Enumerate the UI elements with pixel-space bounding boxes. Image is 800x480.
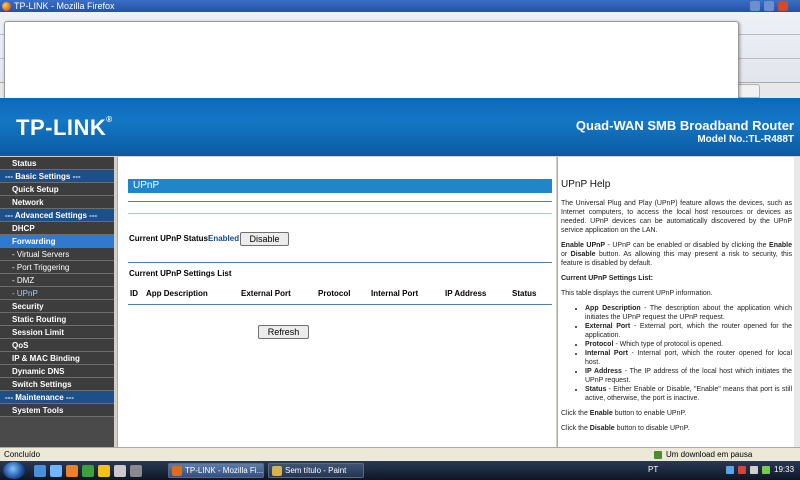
clock[interactable]: 19:33 (774, 465, 794, 474)
help-definition: IP Address - The IP address of the local… (585, 367, 792, 385)
start-button[interactable] (3, 462, 25, 479)
help-definition: Internal Port - Internal port, which the… (585, 349, 792, 367)
sidebar-menu: Status --- Basic Settings --- Quick Setu… (0, 157, 114, 447)
sidebar-section-advanced-settings: --- Advanced Settings --- (0, 209, 114, 222)
main-content: UPnP Current UPnP Status: Enabled Disabl… (117, 157, 556, 447)
disable-button[interactable]: Disable (240, 232, 289, 246)
browser-toolbars (0, 12, 800, 100)
download-status[interactable]: Um download em pausa (666, 448, 752, 461)
sidebar-item-upnp[interactable]: - UPnP (0, 287, 114, 300)
blank-popup-panel (4, 21, 739, 100)
help-definition: External Port - External port, which the… (585, 322, 792, 340)
paint-icon (272, 466, 282, 476)
help-title: UPnP Help (561, 179, 611, 190)
help-panel: UPnP Help The Universal Plug and Play (U… (557, 157, 800, 447)
column-header-app-description: App Description (146, 289, 208, 298)
help-list-heading: Current UPnP Settings List: (561, 275, 654, 282)
divider (128, 304, 552, 305)
sidebar-item-dmz[interactable]: - DMZ (0, 274, 114, 287)
help-definition: Status - Either Enable or Disable, "Enab… (585, 385, 792, 403)
help-scrollbar[interactable] (794, 157, 800, 447)
settings-list-title: Current UPnP Settings List (129, 269, 232, 278)
status-text: Concluído (4, 450, 41, 459)
browser-status-bar: Concluído Um download em pausa (0, 447, 800, 461)
network-tray-icon[interactable] (726, 466, 734, 474)
sidebar-section-basic-settings: --- Basic Settings --- (0, 170, 114, 183)
divider (128, 213, 552, 214)
sidebar-item-status[interactable]: Status (0, 157, 114, 170)
taskbar-button-paint[interactable]: Sem título - Paint (268, 463, 364, 478)
help-definition: Protocol - Which type of protocol is ope… (585, 340, 792, 349)
windows-taskbar: TP-LINK - Mozilla Fi... Sem título - Pai… (0, 461, 800, 480)
router-header: TP-LINK® Quad-WAN SMB Broadband Router M… (0, 98, 800, 156)
volume-tray-icon[interactable] (750, 466, 758, 474)
sidebar-item-dhcp[interactable]: DHCP (0, 222, 114, 235)
app-quicklaunch-icon[interactable] (130, 465, 142, 477)
browser-title-bar: TP-LINK - Mozilla Firefox (0, 0, 800, 12)
language-indicator[interactable]: PT (648, 465, 658, 474)
refresh-button[interactable]: Refresh (258, 325, 309, 339)
minimize-icon[interactable] (750, 1, 760, 11)
column-header-external-port: External Port (241, 289, 291, 298)
sidebar-item-switch-settings[interactable]: Switch Settings (0, 378, 114, 391)
help-list-intro: This table displays the current UPnP inf… (561, 290, 713, 297)
sidebar-item-static-routing[interactable]: Static Routing (0, 313, 114, 326)
app-quicklaunch-icon[interactable] (114, 465, 126, 477)
tp-link-logo: TP-LINK® (16, 115, 113, 140)
sidebar-item-security[interactable]: Security (0, 300, 114, 313)
page-title: UPnP (128, 179, 552, 193)
download-icon (654, 451, 662, 459)
sidebar-item-port-triggering[interactable]: - Port Triggering (0, 261, 114, 274)
taskbar-button-firefox[interactable]: TP-LINK - Mozilla Fi... (168, 463, 264, 478)
divider (128, 262, 552, 263)
help-body: The Universal Plug and Play (UPnP) featu… (561, 199, 792, 439)
close-icon[interactable] (778, 1, 788, 11)
window-title: TP-LINK - Mozilla Firefox (14, 1, 115, 11)
help-definition: App Description - The description about … (585, 304, 792, 322)
switch-windows-icon[interactable] (50, 465, 62, 477)
help-enable-paragraph: Enable UPnP - UPnP can be enabled or dis… (561, 242, 792, 267)
sidebar-item-session-limit[interactable]: Session Limit (0, 326, 114, 339)
help-click-disable: Click the Disable button to disable UPnP… (561, 425, 690, 432)
product-name: Quad-WAN SMB Broadband Router (575, 118, 794, 133)
sidebar-item-forwarding[interactable]: Forwarding (0, 235, 114, 248)
firefox-quicklaunch-icon[interactable] (66, 465, 78, 477)
sidebar-section-maintenance: --- Maintenance --- (0, 391, 114, 404)
sidebar-item-quick-setup[interactable]: Quick Setup (0, 183, 114, 196)
firefox-icon (172, 466, 182, 476)
column-header-ip-address: IP Address (445, 289, 487, 298)
maximize-icon[interactable] (764, 1, 774, 11)
security-tray-icon[interactable] (738, 466, 746, 474)
sidebar-item-network[interactable]: Network (0, 196, 114, 209)
sidebar-item-qos[interactable]: QoS (0, 339, 114, 352)
sidebar-item-system-tools[interactable]: System Tools (0, 404, 114, 417)
column-header-internal-port: Internal Port (371, 289, 419, 298)
model-number: Model No.:TL-R488T (697, 134, 794, 145)
app-quicklaunch-icon[interactable] (82, 465, 94, 477)
column-header-protocol: Protocol (318, 289, 351, 298)
divider (128, 201, 552, 202)
show-desktop-icon[interactable] (34, 465, 46, 477)
app-quicklaunch-icon[interactable] (98, 465, 110, 477)
sidebar-item-virtual-servers[interactable]: - Virtual Servers (0, 248, 114, 261)
column-header-id: ID (130, 289, 138, 298)
help-intro: The Universal Plug and Play (UPnP) featu… (561, 200, 792, 234)
upnp-status-value: Enabled (208, 234, 240, 243)
sidebar-item-dynamic-dns[interactable]: Dynamic DNS (0, 365, 114, 378)
firefox-icon (2, 2, 11, 11)
tray-icon[interactable] (762, 466, 770, 474)
column-header-status: Status (512, 289, 537, 298)
help-definitions: App Description - The description about … (561, 304, 792, 403)
help-click-enable: Click the Enable button to enable UPnP. (561, 410, 687, 417)
upnp-status-label: Current UPnP Status: (129, 234, 211, 243)
sidebar-item-ip-mac-binding[interactable]: IP & MAC Binding (0, 352, 114, 365)
